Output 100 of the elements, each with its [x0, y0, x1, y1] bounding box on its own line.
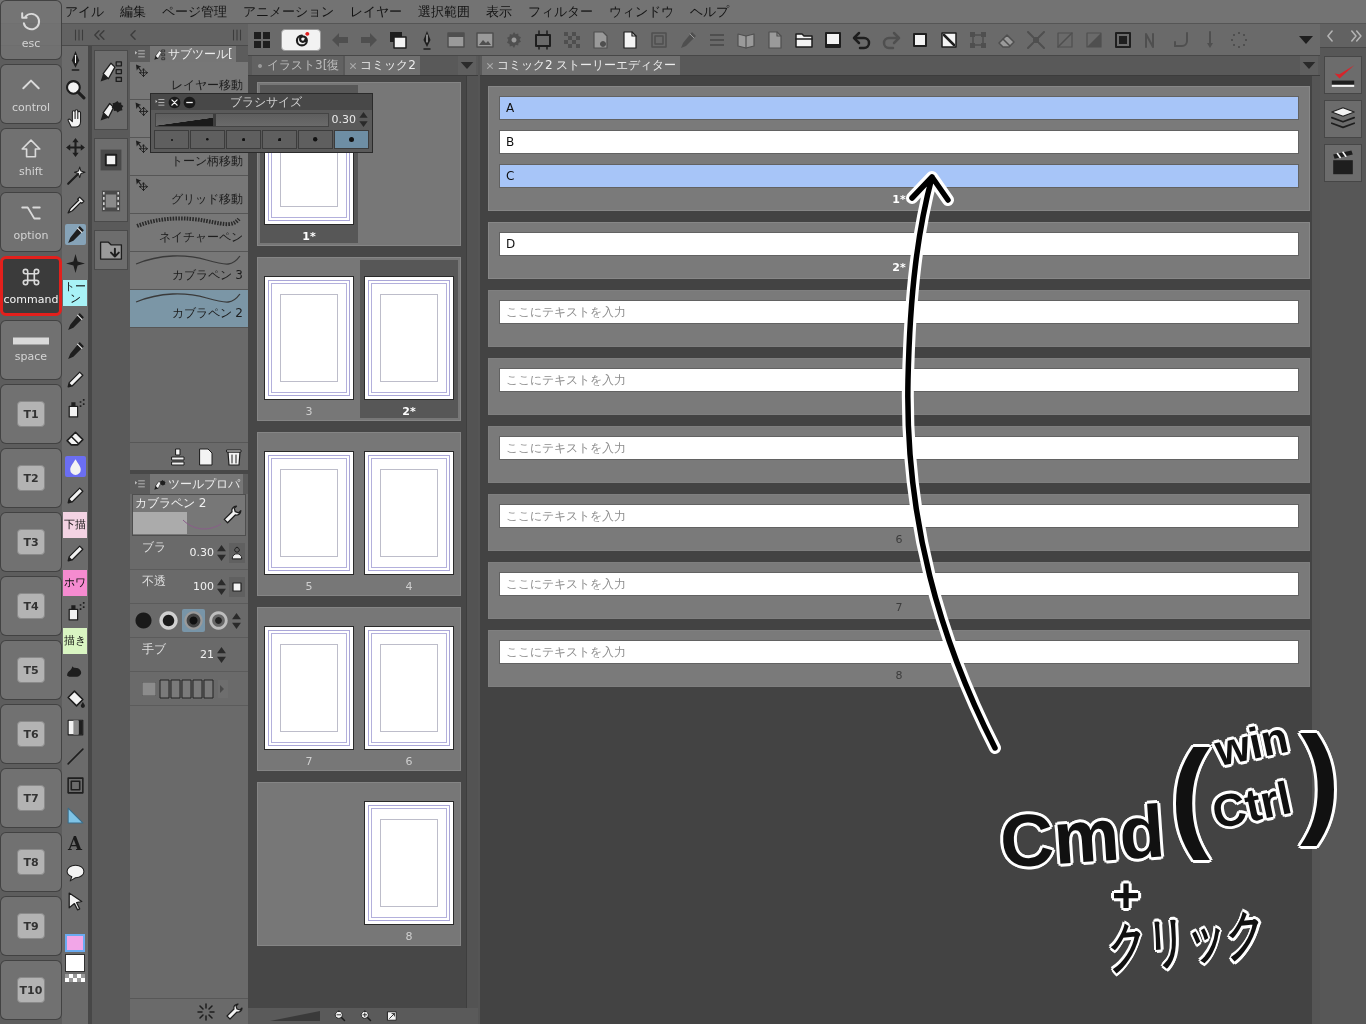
minimize-icon[interactable] [183, 95, 196, 109]
caret-icon[interactable] [1300, 56, 1318, 75]
wrench-icon[interactable] [224, 1001, 244, 1022]
menu-item[interactable]: アイル [65, 2, 104, 21]
grid-icon[interactable] [252, 29, 272, 50]
text-tool-button[interactable]: A [65, 832, 85, 855]
keyboard-key[interactable]: control [0, 64, 62, 124]
tool-tile[interactable]: トーン [63, 279, 87, 306]
panel-tab[interactable]: ツールプロパ [150, 474, 243, 494]
panel-button[interactable] [1324, 56, 1362, 94]
color-swatch[interactable] [65, 934, 85, 952]
menu-item[interactable]: アニメーション [243, 2, 334, 21]
sparkle-icon[interactable] [64, 253, 86, 274]
texture-strip-icon[interactable] [159, 678, 215, 699]
keyboard-key[interactable]: space [0, 320, 62, 380]
size-preset[interactable] [334, 130, 369, 149]
subtool-item[interactable]: グリッド移動 [130, 176, 248, 214]
page-cell[interactable]: 8 [360, 785, 458, 943]
keyboard-key[interactable]: esc [0, 0, 62, 60]
document-tab[interactable]: コミック2 [345, 56, 420, 75]
tool-tile[interactable]: 下描 [63, 511, 87, 538]
person-icon[interactable] [229, 542, 245, 563]
slider-track[interactable] [155, 112, 329, 127]
keyboard-key[interactable]: T4 [0, 576, 62, 636]
fit-icon[interactable] [386, 1010, 398, 1022]
text-field[interactable]: ここにテキストを入力 [499, 300, 1299, 324]
page-cell[interactable]: 6 [360, 610, 458, 768]
keyboard-key[interactable]: T2 [0, 448, 62, 508]
subtool-item[interactable]: ネイチャーペン [130, 214, 248, 252]
menu-item[interactable]: レイヤー [350, 2, 402, 21]
keyboard-key[interactable]: T1 [0, 384, 62, 444]
grip-icon[interactable] [230, 27, 244, 42]
close-icon[interactable] [168, 95, 181, 109]
panel-menu-icon[interactable] [154, 96, 166, 108]
brush-tip-icon[interactable] [207, 609, 230, 632]
diagonal-square-icon[interactable] [939, 29, 959, 50]
dotted-square-icon[interactable] [1113, 29, 1133, 50]
panel-menu-icon[interactable] [133, 478, 147, 490]
keyboard-key[interactable]: T9 [0, 896, 62, 956]
page-cell[interactable]: 7 [260, 610, 358, 768]
wrench-icon[interactable] [221, 504, 243, 526]
text-field[interactable]: ここにテキストを入力 [499, 436, 1299, 460]
page-cell[interactable]: 5 [260, 435, 358, 593]
slider-fill[interactable] [156, 113, 216, 126]
property-value[interactable]: 100 [193, 580, 214, 593]
brush-tip-icon[interactable] [182, 609, 205, 632]
panel-menu-icon[interactable] [133, 48, 147, 60]
keyboard-key[interactable]: shift [0, 128, 62, 188]
page-icon[interactable] [620, 29, 640, 50]
balloon-icon[interactable] [64, 862, 86, 883]
zoom-scale-icon[interactable] [270, 1011, 320, 1021]
property-value[interactable]: 21 [200, 648, 214, 661]
magnifier-icon[interactable] [64, 79, 86, 100]
menu-item[interactable]: 表示 [486, 2, 512, 21]
texture-swatch-icon[interactable] [142, 681, 156, 696]
panel-button[interactable] [1324, 100, 1362, 138]
panel-tab[interactable]: サブツール[ [150, 46, 236, 62]
text-field[interactable]: ここにテキストを入力 [499, 504, 1299, 528]
bucket-icon[interactable] [64, 688, 86, 709]
subtool-item[interactable]: カブラペン 2 [130, 290, 248, 328]
new-page-icon[interactable] [196, 446, 216, 467]
zoom-out-icon[interactable] [334, 1010, 346, 1022]
transparent-swatch-icon[interactable] [65, 974, 85, 982]
stamp-icon[interactable] [168, 446, 188, 467]
text-field[interactable]: B [499, 130, 1299, 154]
line-icon[interactable] [64, 746, 86, 767]
keyboard-key[interactable]: option [0, 192, 62, 252]
spinner-icon[interactable] [196, 1001, 216, 1022]
document-tab[interactable]: コミック2 ストーリーエディター [482, 56, 681, 75]
document-tab[interactable]: イラスト3[復 [252, 56, 344, 75]
stacked-windows-icon[interactable] [388, 29, 408, 50]
undo-icon[interactable] [852, 29, 872, 50]
caret-icon[interactable] [458, 56, 476, 75]
property-value[interactable]: 0.30 [189, 546, 214, 559]
spin-arrows-icon[interactable] [359, 112, 368, 127]
subtool-item[interactable]: カブラペン 3 [130, 252, 248, 290]
scrollbar[interactable] [466, 76, 478, 1008]
page-cell[interactable]: 3 [260, 260, 358, 418]
keyboard-key[interactable]: command [0, 256, 62, 316]
tray-icon[interactable] [823, 29, 843, 50]
page-cell[interactable]: 4 [360, 435, 458, 593]
keyboard-key[interactable]: T3 [0, 512, 62, 572]
frame-icon[interactable] [64, 775, 86, 796]
tool-tile[interactable]: 描き [63, 627, 87, 654]
menu-item[interactable]: 編集 [120, 2, 146, 21]
water-drop-icon[interactable] [64, 456, 86, 477]
keyboard-key[interactable]: T8 [0, 832, 62, 892]
zoom-in-icon[interactable] [360, 1010, 372, 1022]
text-field[interactable]: C [499, 164, 1299, 188]
move-arrows-icon[interactable] [64, 137, 86, 158]
wand-icon[interactable] [64, 166, 86, 187]
keyboard-key[interactable]: T5 [0, 640, 62, 700]
color-swatch[interactable] [65, 954, 85, 972]
text-field[interactable]: D [499, 232, 1299, 256]
menu-item[interactable]: ヘルプ [690, 2, 729, 21]
logo-button[interactable] [281, 28, 321, 51]
menu-item[interactable]: フィルター [528, 2, 593, 21]
double-chevron-left-icon[interactable] [92, 27, 106, 42]
square-icon[interactable] [229, 576, 245, 597]
spin-arrows-icon[interactable] [232, 612, 241, 629]
